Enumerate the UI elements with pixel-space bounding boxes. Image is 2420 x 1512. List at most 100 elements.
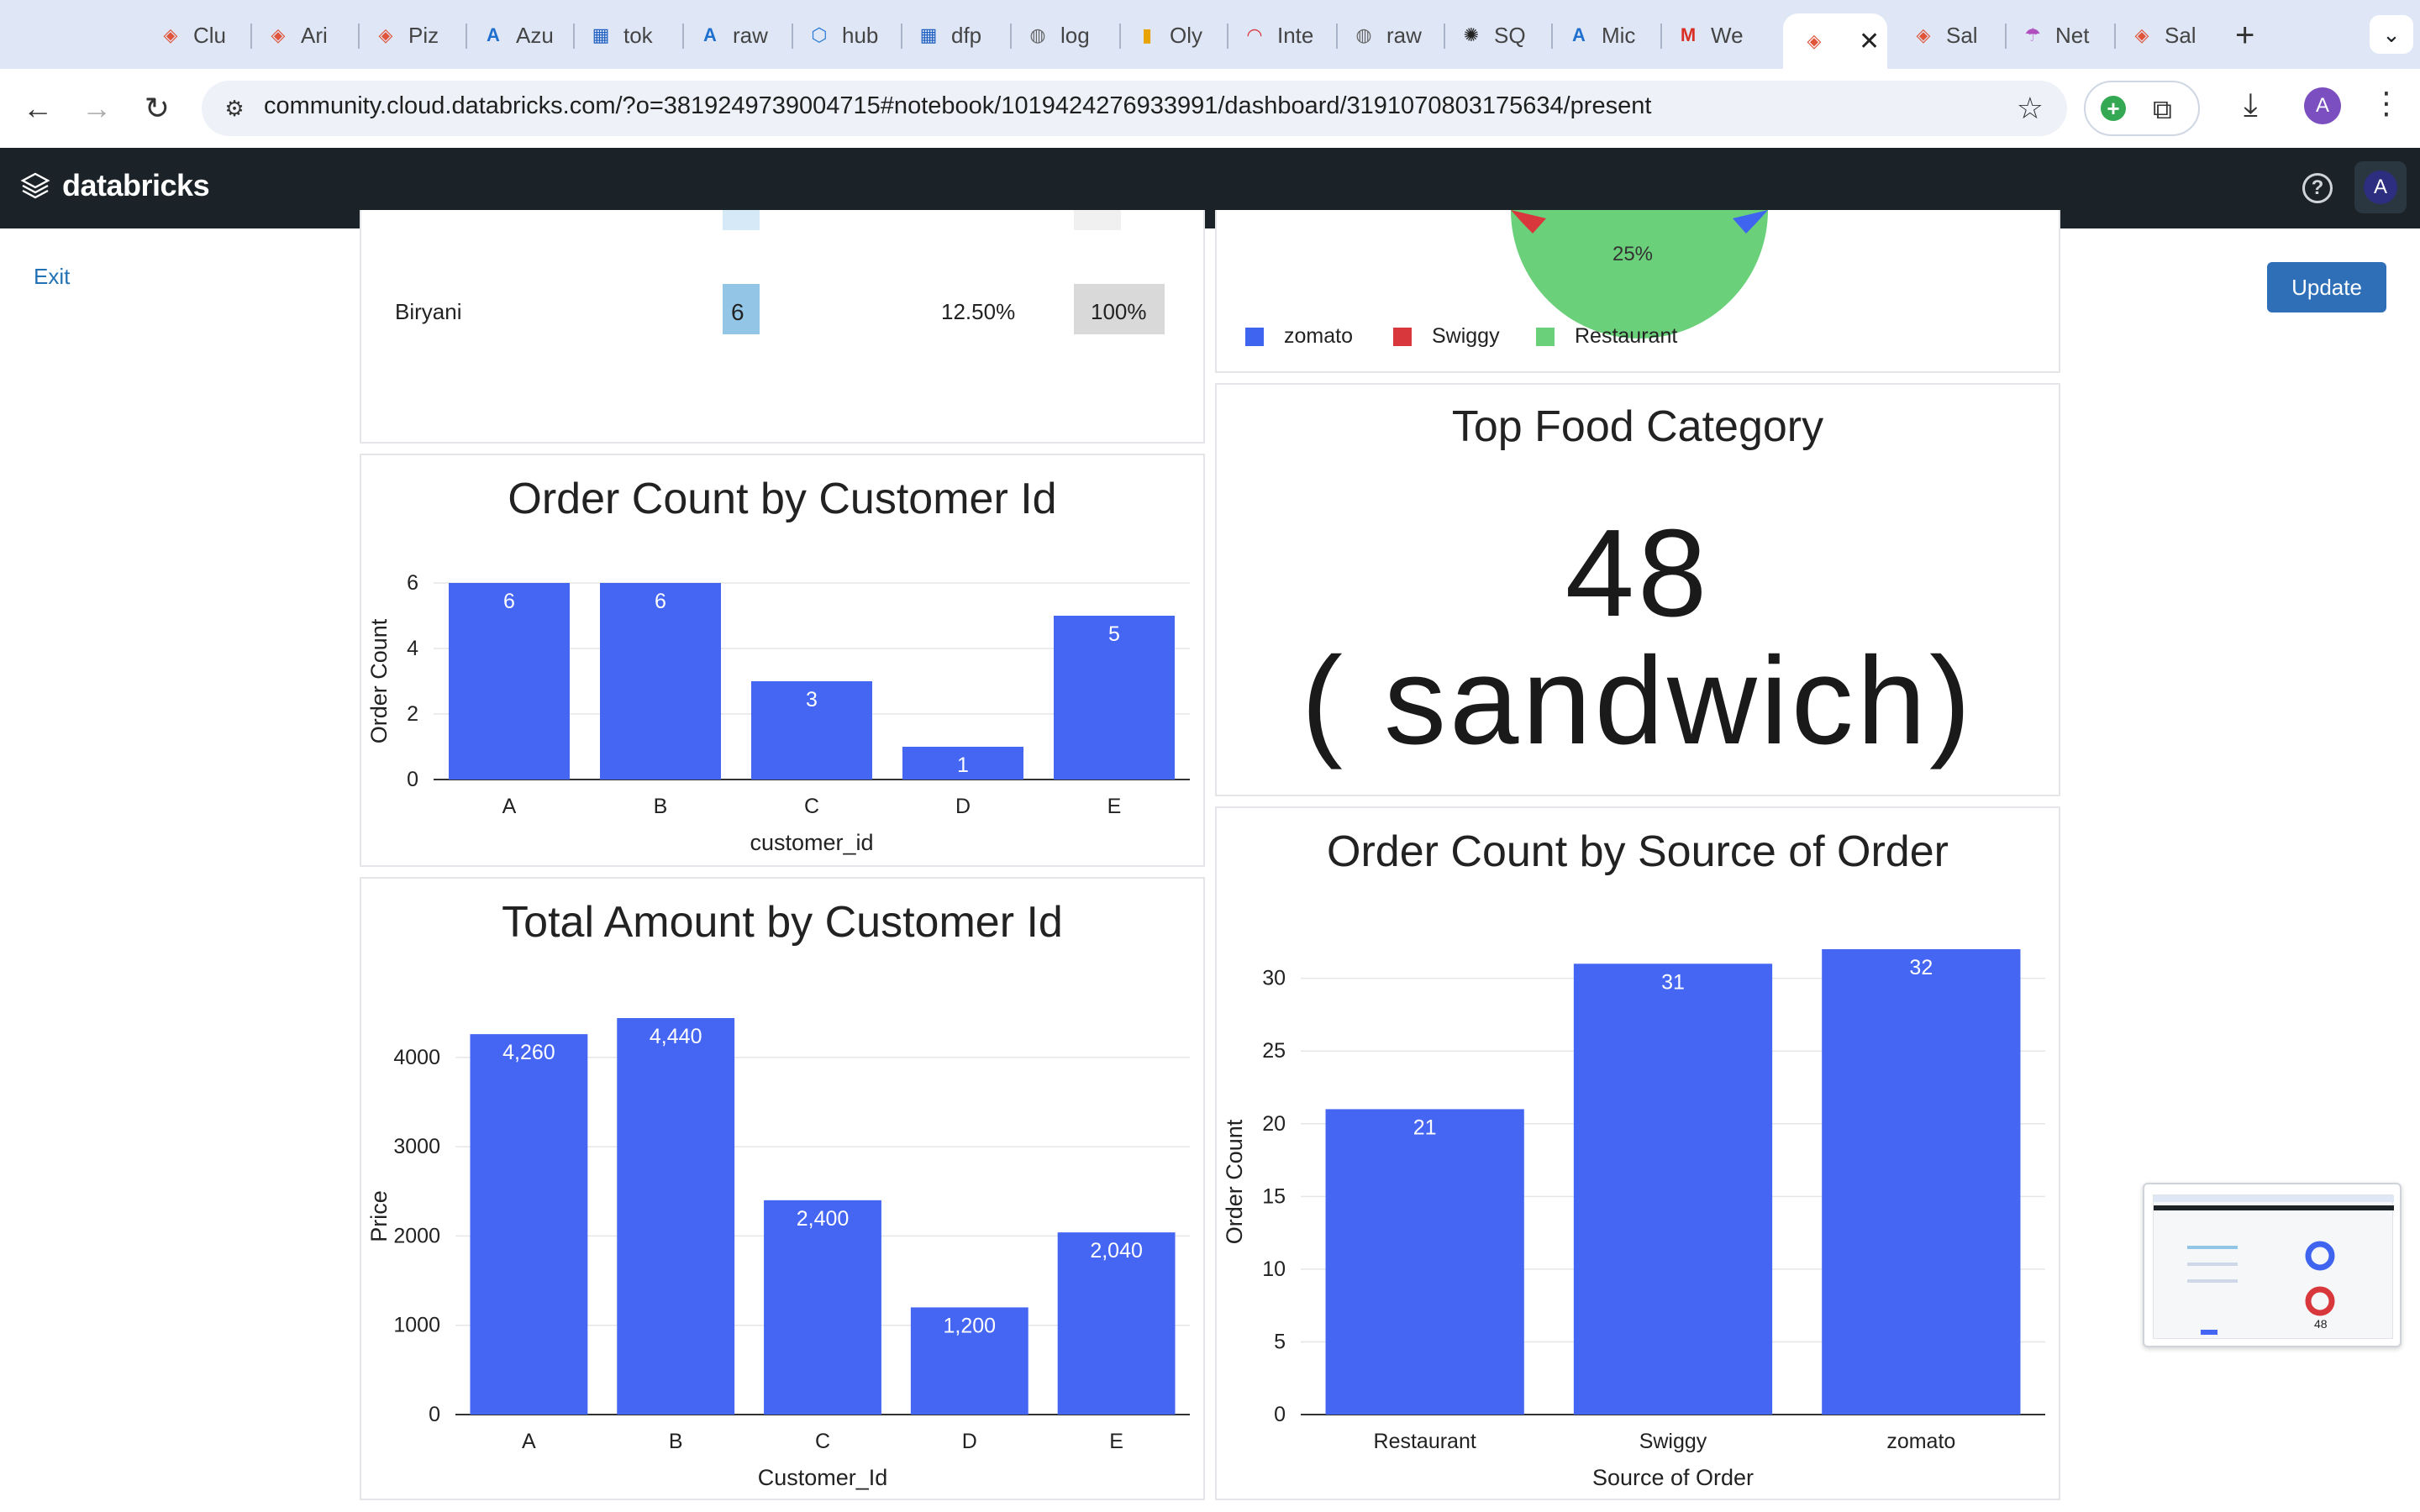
hub-icon: ⬡ xyxy=(811,24,828,45)
url-text[interactable]: community.cloud.databricks.com/?o=381924… xyxy=(264,92,1651,120)
tab-separator xyxy=(2005,24,2007,49)
browser-tab[interactable]: M We xyxy=(1665,13,1760,57)
browser-tab[interactable]: ◍ raw xyxy=(1341,13,1435,57)
legend-item-restaurant[interactable]: Restaurant xyxy=(1536,324,1677,349)
browser-tab[interactable]: A Mic xyxy=(1556,13,1650,57)
bar-value-label: 4,440 xyxy=(650,1025,702,1048)
tab-title: Oly xyxy=(1170,22,1202,48)
y-tick-label: 4000 xyxy=(393,1046,440,1069)
bar-value-label: 6 xyxy=(655,590,666,613)
databricks-icon: ◈ xyxy=(271,24,286,45)
y-tick-label: 0 xyxy=(407,768,418,791)
browser-tab[interactable]: ▮ Oly xyxy=(1124,13,1218,57)
new-tab-icon[interactable]: + xyxy=(2235,17,2254,55)
azure-icon: A xyxy=(1572,24,1586,45)
bar-value-label: 31 xyxy=(1661,970,1685,994)
browser-tab[interactable]: ◈ Ari xyxy=(255,13,350,57)
x-tick-label: D xyxy=(962,1430,977,1453)
browser-menu-icon[interactable]: ⋮ xyxy=(2371,86,2402,121)
browser-tab[interactable]: ☂ Net xyxy=(2010,13,2104,57)
exit-link[interactable]: Exit xyxy=(34,264,70,290)
tab-title: raw xyxy=(733,22,768,48)
address-bar[interactable]: ⚙ community.cloud.databricks.com/?o=3819… xyxy=(202,81,2067,136)
browser-tab[interactable]: ⬡ hub xyxy=(797,13,891,57)
legend-item-zomato[interactable]: zomato xyxy=(1245,324,1353,349)
x-tick-label: E xyxy=(1109,1430,1123,1453)
table-cell-count: 6 xyxy=(731,299,744,325)
browser-tab[interactable]: ◈ Piz xyxy=(363,13,457,57)
legend-swatch xyxy=(1393,327,1412,346)
browser-tab[interactable]: ◍ log xyxy=(1015,13,1109,57)
extension-plus-icon[interactable]: + xyxy=(2101,96,2126,121)
back-icon[interactable]: ← xyxy=(18,89,57,128)
tab-title: Ari xyxy=(301,22,328,48)
chart-icon: ▮ xyxy=(1141,24,1153,45)
y-tick-label: 10 xyxy=(1262,1257,1286,1281)
databricks-icon: ◈ xyxy=(378,24,393,45)
y-tick-label: 25 xyxy=(1262,1039,1286,1063)
x-tick-label: zomato xyxy=(1886,1430,1955,1453)
y-axis-label: Order Count xyxy=(366,618,392,743)
browser-tab[interactable]: ◈ Sal xyxy=(2119,13,2213,57)
y-tick-label: 4 xyxy=(407,637,418,660)
extensions-group: + ⧉ xyxy=(2084,81,2200,136)
y-tick-label: 2 xyxy=(407,702,418,726)
factory-icon: ▦ xyxy=(592,24,610,45)
x-tick-label: C xyxy=(804,795,819,818)
x-tick-label: A xyxy=(502,795,517,818)
tab-separator xyxy=(682,24,684,49)
x-axis-label: Source of Order xyxy=(1592,1465,1754,1490)
bar-value-label: 1 xyxy=(957,753,969,777)
tab-title: log xyxy=(1060,22,1090,48)
total-amount-by-customer-panel: Total Amount by Customer Id 0 1000 2000 300… xyxy=(360,877,1205,1500)
bar-value-label: 1,200 xyxy=(944,1314,997,1337)
databricks-icon: ◈ xyxy=(2134,24,2149,45)
factory-icon: ▦ xyxy=(919,24,938,45)
globe-icon: ◍ xyxy=(1029,24,1046,45)
x-tick-label: E xyxy=(1107,795,1122,818)
browser-tab[interactable]: ◈ ✕ xyxy=(1783,13,1887,69)
tab-search-chevron-icon[interactable]: ⌄ xyxy=(2370,15,2413,54)
browser-tab[interactable]: ▦ dfp xyxy=(906,13,1000,57)
pie-slice-restaurant xyxy=(1511,210,1768,339)
bar-value-label: 4,260 xyxy=(502,1041,555,1064)
y-axis-label: Order Count xyxy=(1222,1119,1247,1244)
total-amount-by-customer-chart: 0 1000 2000 3000 4000 4,260 A 4,440 B 2,400 C 1,200… xyxy=(366,1018,1190,1490)
update-button[interactable]: Update xyxy=(2267,262,2386,312)
databricks-logo[interactable]: databricks xyxy=(20,168,210,203)
help-icon[interactable]: ? xyxy=(2302,173,2333,203)
legend-item-swiggy[interactable]: Swiggy xyxy=(1393,324,1500,349)
user-menu[interactable]: A xyxy=(2354,161,2407,213)
bookmark-star-icon[interactable]: ☆ xyxy=(2017,91,2044,126)
forward-icon[interactable]: → xyxy=(77,89,116,128)
reload-icon[interactable]: ↻ xyxy=(138,89,176,128)
browser-tab[interactable]: ▦ tok xyxy=(578,13,672,57)
order-count-by-source-chart: 0 5 10 15 20 25 30 21 Restaurant 31 Swiggy 32 zomato… xyxy=(1222,949,2045,1490)
browser-profile-avatar[interactable]: A xyxy=(2304,87,2341,124)
bar-value-label: 32 xyxy=(1909,956,1933,979)
tab-separator xyxy=(1227,24,1228,49)
tab-title: tok xyxy=(623,22,653,48)
site-info-icon[interactable]: ⚙ xyxy=(220,94,249,123)
legend-swatch xyxy=(1245,327,1264,346)
browser-tab[interactable]: A Azu xyxy=(471,13,565,57)
tab-separator xyxy=(1551,24,1553,49)
dashboard-thumbnail[interactable]: 48 xyxy=(2143,1183,2402,1347)
browser-tab[interactable]: ◈ Clu xyxy=(148,13,242,57)
browser-tab[interactable]: ✺ SQ xyxy=(1449,13,1543,57)
tab-separator xyxy=(2114,24,2116,49)
databricks-icon: ◈ xyxy=(163,24,178,45)
databricks-logo-icon xyxy=(20,172,50,199)
extensions-puzzle-icon[interactable]: ⧉ xyxy=(2153,94,2172,126)
y-tick-label: 3000 xyxy=(393,1135,440,1158)
x-tick-label: Swiggy xyxy=(1639,1430,1707,1453)
close-tab-icon[interactable]: ✕ xyxy=(1859,27,1880,56)
browser-tab[interactable]: ◠ Inte xyxy=(1232,13,1326,57)
download-icon[interactable]: ⤓ xyxy=(2244,87,2258,123)
tab-separator xyxy=(250,24,252,49)
azure-icon: A xyxy=(487,24,500,45)
tab-title: Azu xyxy=(516,22,554,48)
browser-tab[interactable]: ◈ Sal xyxy=(1901,13,1995,57)
browser-tab[interactable]: Araw xyxy=(687,13,781,57)
databricks-icon: ◈ xyxy=(1916,24,1931,45)
